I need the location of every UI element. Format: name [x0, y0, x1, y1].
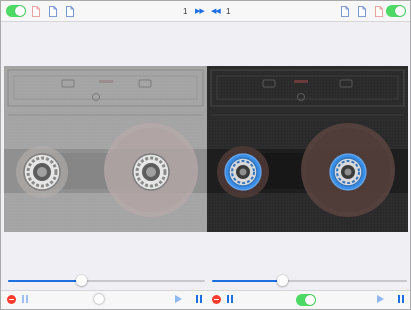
right-pause-button[interactable] [398, 295, 405, 303]
top-toolbar: 1 ▶▶ ◀◀ 1 [1, 1, 410, 22]
right-deck-toggle[interactable] [386, 5, 406, 17]
right-pause-icon[interactable] [227, 295, 234, 303]
document-blue-icon[interactable] [49, 6, 57, 17]
cassette-tape-image [207, 66, 408, 232]
slider-thumb[interactable] [76, 275, 87, 286]
center-toggle[interactable] [296, 294, 316, 306]
fast-forward-icon[interactable]: ▶▶ [195, 8, 205, 15]
left-stop-button[interactable] [7, 295, 16, 304]
right-play-button[interactable] [377, 295, 384, 303]
slider-fill [8, 280, 81, 282]
right-stop-button[interactable] [212, 295, 221, 304]
document-blue-icon[interactable] [358, 6, 366, 17]
toggle-knob [305, 295, 315, 305]
right-position-slider[interactable] [212, 275, 407, 286]
left-play-button[interactable] [175, 295, 182, 303]
left-position-slider[interactable] [8, 275, 205, 286]
right-cassette-deck[interactable] [207, 66, 408, 232]
slider-fill [212, 280, 282, 282]
left-track-number: 1 [183, 7, 188, 16]
slider-thumb[interactable] [277, 275, 288, 286]
center-record-button[interactable] [94, 294, 104, 304]
toggle-knob [395, 6, 405, 16]
left-deck-toggle[interactable] [6, 5, 26, 17]
bottom-toolbar [1, 290, 410, 309]
left-pause-icon[interactable] [22, 295, 29, 303]
lower-spacer [1, 232, 410, 276]
document-blue-icon[interactable] [341, 6, 349, 17]
right-track-number: 1 [226, 7, 231, 16]
document-red-icon[interactable] [32, 6, 40, 17]
document-blue-icon[interactable] [66, 6, 74, 17]
left-pause-button[interactable] [196, 295, 203, 303]
document-red-icon[interactable] [375, 6, 383, 17]
cassette-tape-image [4, 66, 207, 232]
upper-spacer [1, 22, 410, 66]
toggle-knob [15, 6, 25, 16]
rewind-icon[interactable]: ◀◀ [211, 8, 221, 15]
left-cassette-deck[interactable] [4, 66, 207, 232]
